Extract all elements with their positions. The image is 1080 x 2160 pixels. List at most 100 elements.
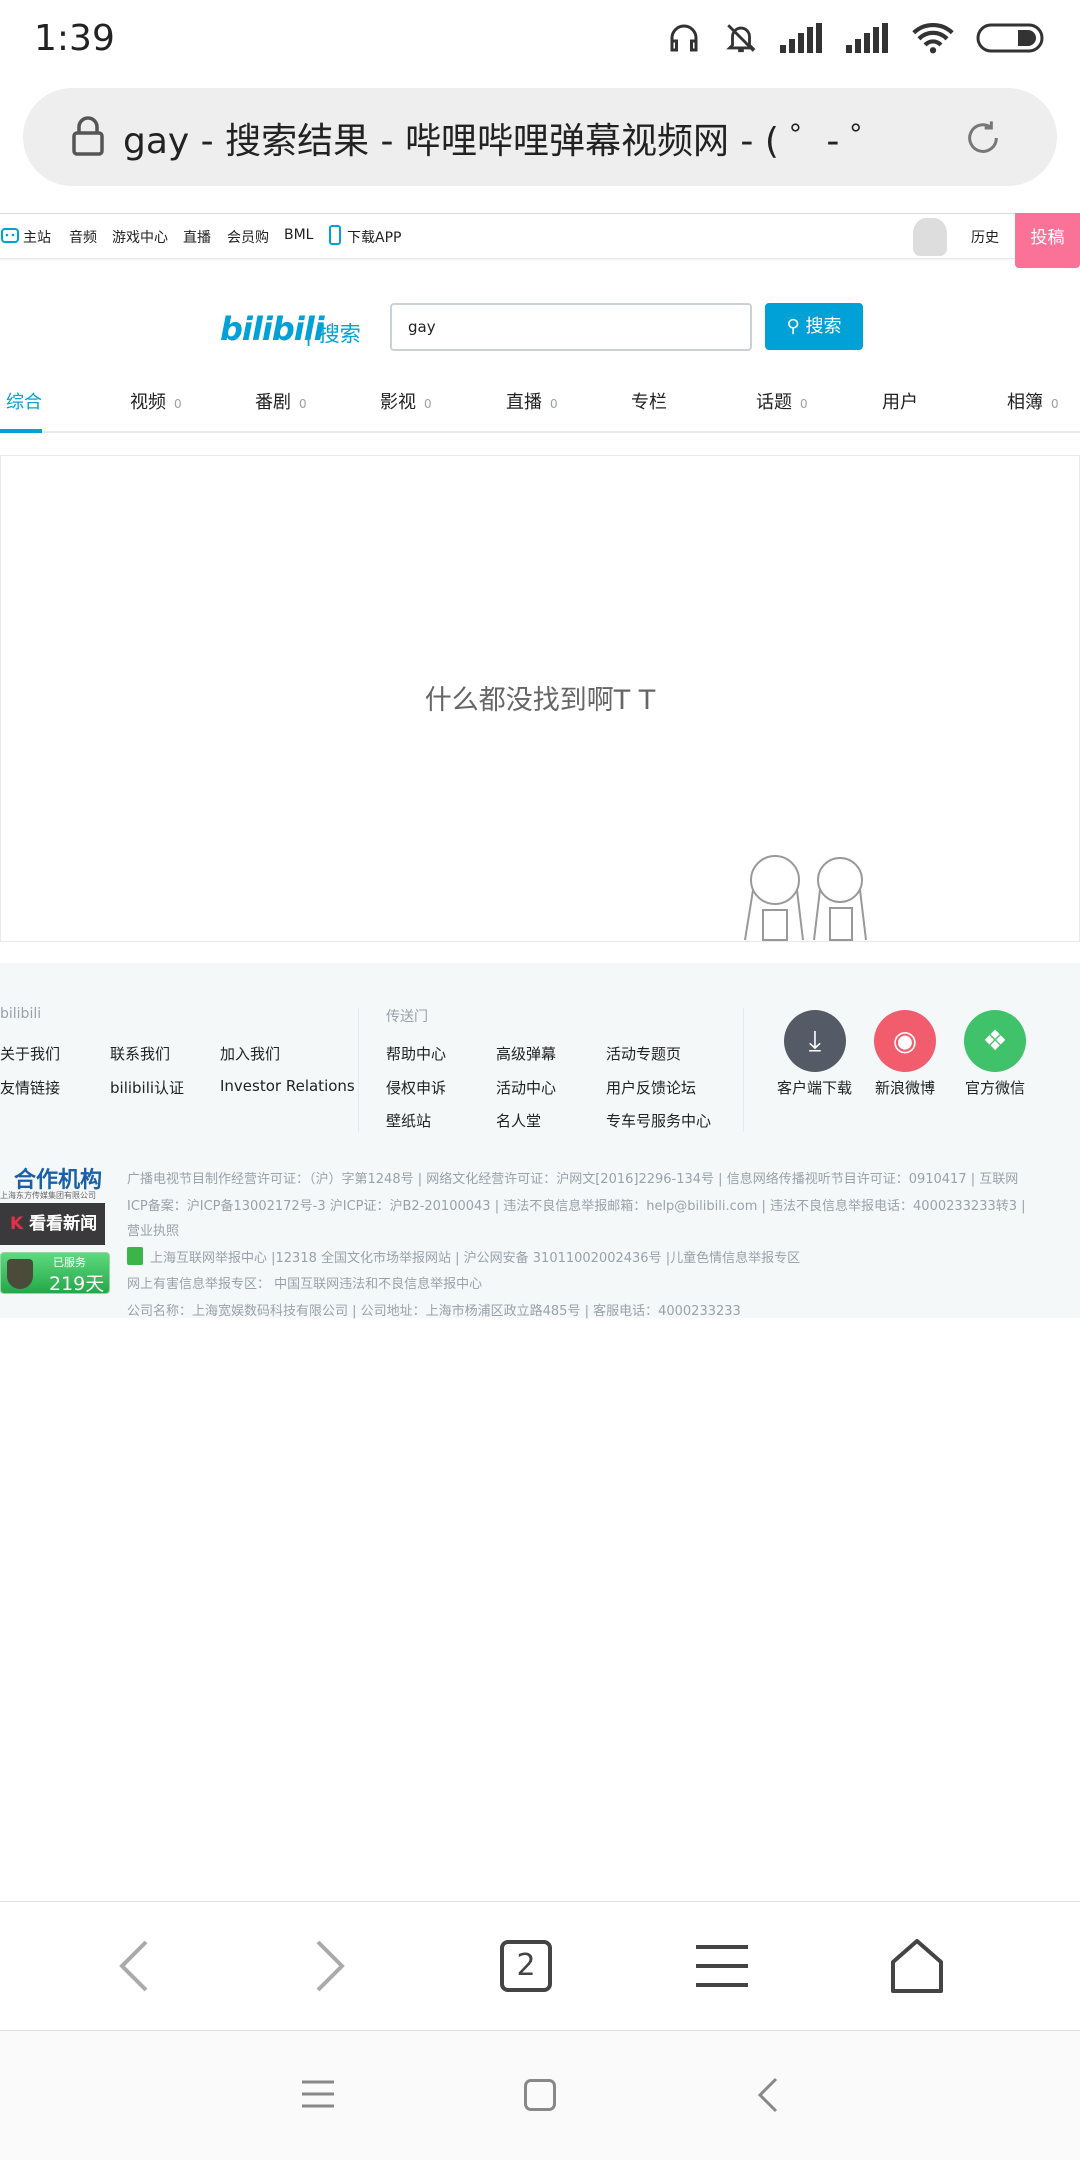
footer-link[interactable]: 帮助中心 xyxy=(386,1043,446,1064)
tab-count: 0 xyxy=(174,397,182,411)
avatar[interactable] xyxy=(913,218,947,256)
nav-history[interactable]: 历史 xyxy=(971,227,999,247)
nav-download-app[interactable]: 下载APP xyxy=(347,227,401,247)
footer-divider xyxy=(743,1008,744,1132)
tab-label: 话题 xyxy=(756,392,792,413)
status-time: 1:39 xyxy=(34,18,115,59)
kankan-label: 看看新闻 xyxy=(29,1214,98,1234)
tab-bangumi[interactable]: 番剧 0 xyxy=(255,388,307,414)
back-nav-icon[interactable] xyxy=(757,2077,779,2113)
nav-audio[interactable]: 音频 xyxy=(69,227,97,247)
license-line[interactable]: ICP备案：沪ICP备13002172号-3 沪ICP证：沪B2-2010004… xyxy=(127,1195,1026,1214)
footer-link[interactable]: 加入我们 xyxy=(220,1043,280,1064)
tab-film[interactable]: 影视 0 xyxy=(380,388,432,414)
footer-link[interactable]: 用户反馈论坛 xyxy=(606,1077,696,1098)
tab-label: 影视 xyxy=(380,392,416,413)
menu-icon[interactable] xyxy=(696,1944,748,1988)
top-nav: 主站 音频 游戏中心 直播 会员购 BML 下载APP 历史 xyxy=(0,213,1080,259)
tab-album[interactable]: 相簿 0 xyxy=(1007,388,1059,414)
tab-article[interactable]: 专栏 xyxy=(631,388,667,414)
forward-icon[interactable] xyxy=(314,1940,346,1992)
headset-icon xyxy=(670,24,698,52)
tab-label: 直播 xyxy=(506,392,542,413)
address-bar[interactable]: gay - 搜索结果 - 哔哩哔哩弹幕视频网 - ( ゜- ゜ xyxy=(23,88,1057,186)
weibo-link[interactable]: 新浪微博 xyxy=(875,1077,935,1098)
footer-link[interactable]: bilibili认证 xyxy=(110,1077,184,1098)
footer-bilibili-title: bilibili xyxy=(0,1006,42,1022)
tab-count: 0 xyxy=(800,397,808,411)
nav-mall[interactable]: 会员购 xyxy=(227,227,269,247)
app-download-link[interactable]: 客户端下载 xyxy=(777,1077,852,1098)
tab-active-indicator xyxy=(0,429,42,433)
tab-label: 视频 xyxy=(130,392,166,413)
partner-subtitle: 上海东方传媒集团有限公司 xyxy=(0,1191,96,1200)
footer-link[interactable]: 友情链接 xyxy=(0,1077,60,1098)
page-title: gay - 搜索结果 - 哔哩哔哩弹幕视频网 - ( ゜- ゜ xyxy=(123,121,887,162)
tab-count: 0 xyxy=(424,397,432,411)
download-icon[interactable]: ⤓ xyxy=(784,1010,846,1072)
nav-main[interactable]: 主站 xyxy=(23,227,51,247)
tabs-button[interactable]: 2 xyxy=(500,1940,552,1992)
license-line: 广播电视节目制作经营许可证：（沪）字第1248号 | 网络文化经营许可证：沪网文… xyxy=(127,1172,1019,1187)
footer-link[interactable]: Investor Relations xyxy=(220,1077,355,1095)
android-nav-bar xyxy=(0,2031,1080,2160)
wechat-icon[interactable]: ❖ xyxy=(964,1010,1026,1072)
search-button[interactable]: ⚲ 搜索 xyxy=(765,303,863,350)
footer-link[interactable]: 名人堂 xyxy=(496,1110,541,1131)
bilibili-tv-icon xyxy=(1,228,19,243)
tab-label: 综合 xyxy=(6,392,42,413)
tab-label: 番剧 xyxy=(255,392,291,413)
footer-link[interactable]: 侵权申诉 xyxy=(386,1077,446,1098)
footer-link[interactable]: 高级弹幕 xyxy=(496,1043,556,1064)
report-center-icon xyxy=(127,1247,143,1265)
license-line[interactable]: 上海互联网举报中心 |12318 全国文化市场举报网站 | 沪公网安备 3101… xyxy=(150,1247,800,1266)
tab-video[interactable]: 视频 0 xyxy=(130,388,182,414)
tab-user[interactable]: 用户 xyxy=(882,388,918,414)
recent-apps-icon[interactable] xyxy=(302,2079,334,2109)
signal-icon xyxy=(780,23,822,53)
nav-live[interactable]: 直播 xyxy=(183,227,211,247)
license-line[interactable]: 网上有害信息举报专区： 中国互联网违法和不良信息举报中心 xyxy=(127,1273,482,1292)
weibo-icon[interactable]: ◉ xyxy=(874,1010,936,1072)
reload-icon[interactable] xyxy=(963,118,1003,158)
wechat-link[interactable]: 官方微信 xyxy=(965,1077,1025,1098)
tab-label: 专栏 xyxy=(631,392,667,413)
kankan-news-badge[interactable]: K 看看新闻 xyxy=(0,1203,105,1245)
license-line[interactable]: 营业执照 xyxy=(127,1220,179,1239)
search-icon: ⚲ xyxy=(786,316,800,337)
tab-topic[interactable]: 话题 0 xyxy=(756,388,808,414)
home-icon[interactable] xyxy=(890,1938,944,1994)
signal-icon-2 xyxy=(846,23,888,53)
logo-search-label: | 搜索 xyxy=(305,322,361,346)
service-days-badge: 已服务 219天 xyxy=(0,1252,110,1295)
footer-link[interactable]: 关于我们 xyxy=(0,1043,60,1064)
footer-link[interactable]: 活动专题页 xyxy=(606,1043,681,1064)
tab-all[interactable]: 综合 xyxy=(6,388,42,414)
served-label: 已服务 xyxy=(53,1256,86,1269)
nav-game-center[interactable]: 游戏中心 xyxy=(112,227,168,247)
shield-icon xyxy=(7,1259,33,1289)
post-button[interactable]: 投稿 xyxy=(1015,213,1080,268)
footer-link[interactable]: 专车号服务中心 xyxy=(606,1110,711,1131)
search-button-label: 搜索 xyxy=(805,316,842,337)
browser-toolbar: 2 xyxy=(0,1901,1080,2031)
mascot-illustration xyxy=(744,855,867,941)
footer-link[interactable]: 联系我们 xyxy=(110,1043,170,1064)
status-icons xyxy=(666,20,1044,56)
footer-link[interactable]: 壁纸站 xyxy=(386,1110,431,1131)
status-bar: 1:39 xyxy=(0,0,1080,77)
footer-link[interactable]: 活动中心 xyxy=(496,1077,556,1098)
phone-icon xyxy=(329,225,341,245)
tab-divider xyxy=(0,431,1080,433)
tab-live[interactable]: 直播 0 xyxy=(506,388,558,414)
license-line: 公司名称：上海宽娱数码科技有限公司 | 公司地址：上海市杨浦区政立路485号 |… xyxy=(127,1304,741,1319)
wifi-icon xyxy=(912,22,954,54)
mute-bell-icon xyxy=(726,24,756,53)
back-icon[interactable] xyxy=(118,1940,150,1992)
search-input[interactable]: gay xyxy=(390,303,752,351)
home-nav-icon[interactable] xyxy=(524,2079,556,2111)
empty-message: 什么都没找到啊T T xyxy=(424,685,656,716)
nav-bml[interactable]: BML xyxy=(284,227,313,243)
lock-icon xyxy=(72,116,104,156)
battery-icon xyxy=(976,23,1044,53)
